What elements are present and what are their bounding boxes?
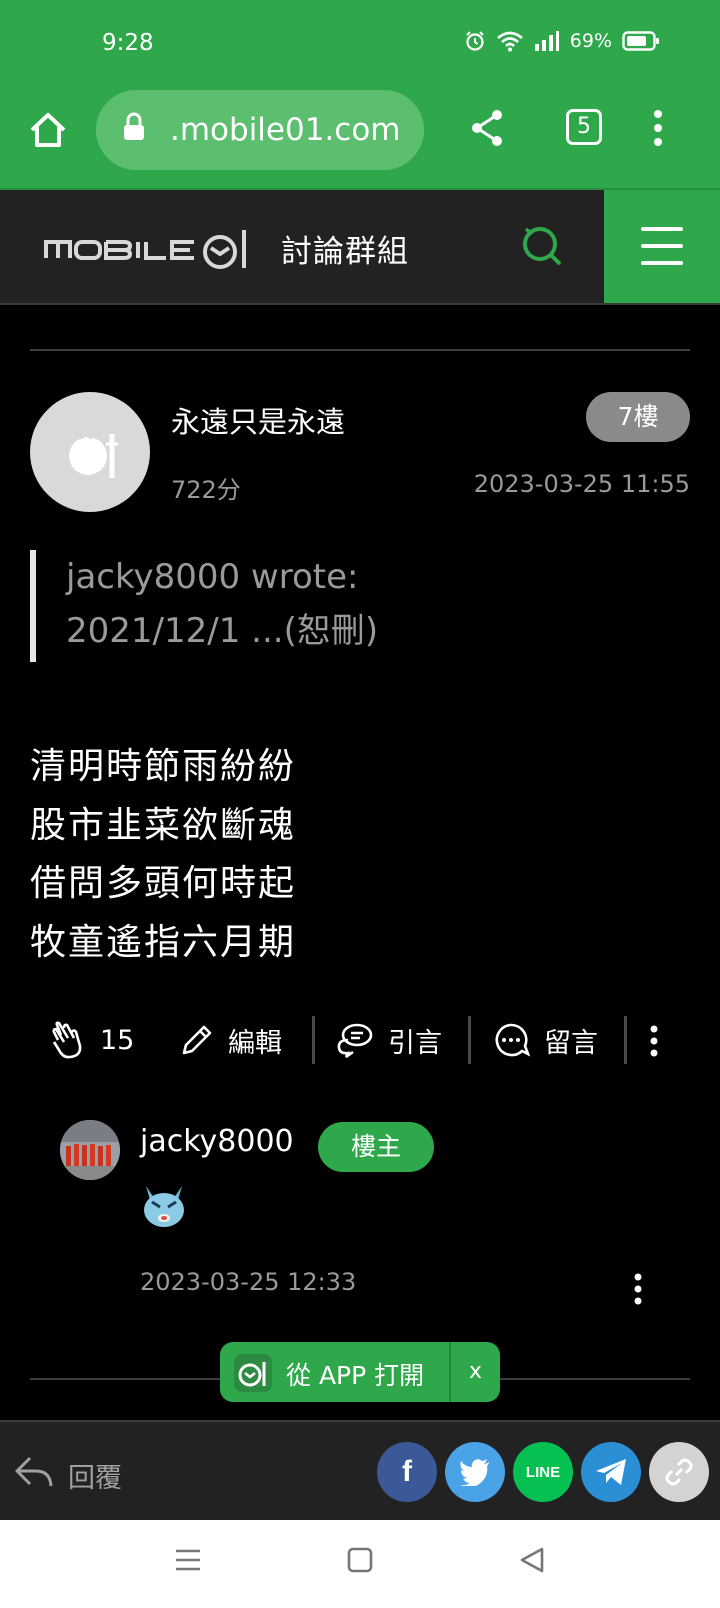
- open-in-app-label: 從 APP 打開: [286, 1361, 425, 1390]
- wifi-icon: [496, 31, 523, 52]
- line-icon: LINE: [525, 1463, 561, 1481]
- divider: [468, 1016, 471, 1064]
- default-avatar-icon: [69, 431, 118, 478]
- reply-date: 2023-03-25 12:33: [140, 1268, 357, 1296]
- facebook-share-button[interactable]: f: [377, 1442, 437, 1502]
- like-count: 15: [100, 1024, 135, 1056]
- post-line: 股市韭菜欲斷魂: [30, 804, 297, 846]
- facebook-icon: f: [402, 1455, 412, 1488]
- hamburger-line: [641, 261, 683, 265]
- twitter-share-button[interactable]: [445, 1442, 505, 1502]
- link-icon: [665, 1458, 693, 1486]
- site-logo[interactable]: [44, 226, 254, 270]
- status-bar: 9:28 69%: [0, 0, 720, 90]
- divider: [312, 1016, 315, 1064]
- line-share-button[interactable]: LINE: [513, 1442, 573, 1502]
- hamburger-line: [641, 227, 683, 231]
- clap-icon: [52, 1021, 82, 1059]
- tab-switcher-button[interactable]: 5: [566, 109, 602, 145]
- more-options-icon[interactable]: [652, 108, 664, 148]
- quote-block[interactable]: jacky8000 wrote: 2021/12/1 ...(恕刪): [30, 550, 670, 662]
- like-button[interactable]: 15: [50, 1010, 134, 1070]
- quote-label: 引言: [388, 1027, 442, 1059]
- quote-author: jacky8000 wrote:: [66, 557, 359, 597]
- quote-button[interactable]: 引言: [336, 1010, 442, 1070]
- post-more-icon[interactable]: [648, 1024, 660, 1058]
- hamburger-line: [641, 244, 683, 248]
- address-bar[interactable]: .mobile01.com: [96, 90, 424, 170]
- alarm-icon: [466, 31, 484, 51]
- search-icon[interactable]: [520, 224, 564, 268]
- quote-excerpt: 2021/12/1 ...(恕刪): [66, 611, 379, 651]
- avatar-photo: [60, 1120, 120, 1180]
- quote-icon: [337, 1023, 373, 1058]
- section-title: 討論群組: [281, 234, 409, 270]
- floor-badge[interactable]: 7樓: [586, 392, 690, 442]
- home-square-icon[interactable]: [346, 1546, 374, 1574]
- telegram-share-button[interactable]: [581, 1442, 641, 1502]
- site-header: 討論群組: [0, 190, 720, 305]
- divider: [624, 1016, 627, 1064]
- post-date: 2023-03-25 11:55: [473, 470, 690, 498]
- recent-apps-icon[interactable]: [174, 1546, 202, 1574]
- battery-percent: 69%: [569, 30, 612, 52]
- comment-icon: [495, 1023, 530, 1057]
- post-content: 清明時節雨紛紛 股市韭菜欲斷魂 借問多頭何時起 牧童遙指六月期: [30, 738, 296, 972]
- edit-label: 編輯: [228, 1027, 282, 1059]
- browser-toolbar: .mobile01.com 5: [0, 90, 720, 190]
- open-in-app-button[interactable]: 從 APP 打開 x: [220, 1342, 500, 1402]
- reply-author[interactable]: jacky8000: [140, 1124, 294, 1159]
- post-line: 牧童遙指六月期: [30, 921, 297, 963]
- post-actions: 15 編輯 引言 留言: [30, 1010, 690, 1070]
- system-navigation-bar: [0, 1520, 720, 1608]
- post-line: 借問多頭何時起: [30, 863, 297, 904]
- reply-more-icon[interactable]: [632, 1272, 644, 1306]
- twitter-icon: [460, 1459, 489, 1486]
- divider: [30, 349, 690, 351]
- share-icon[interactable]: [470, 108, 504, 148]
- devil-emoji-icon: [144, 1186, 184, 1227]
- edit-button[interactable]: 編輯: [180, 1010, 282, 1070]
- op-badge: 樓主: [318, 1122, 434, 1172]
- hamburger-menu-button[interactable]: [604, 190, 720, 303]
- lock-icon: [124, 112, 144, 140]
- avatar[interactable]: [30, 392, 150, 512]
- comment-button[interactable]: 留言: [492, 1010, 598, 1070]
- reply-label[interactable]: 回覆: [68, 1456, 122, 1495]
- reply-icon[interactable]: [14, 1454, 54, 1490]
- close-button[interactable]: x: [449, 1342, 500, 1402]
- copy-link-button[interactable]: [649, 1442, 709, 1502]
- url-text: .mobile01.com: [170, 112, 401, 148]
- signal-icon: [534, 31, 559, 51]
- status-icons: 69%: [464, 30, 660, 52]
- pencil-icon: [182, 1025, 212, 1055]
- telegram-icon: [596, 1459, 626, 1485]
- bottom-action-bar: 回覆 f LINE: [0, 1420, 720, 1520]
- back-icon[interactable]: [518, 1546, 546, 1574]
- comment-label: 留言: [544, 1027, 598, 1059]
- reply-avatar[interactable]: [60, 1120, 120, 1180]
- post-author[interactable]: 永遠只是永遠: [171, 399, 345, 441]
- home-icon[interactable]: [26, 108, 70, 152]
- post-line: 清明時節雨紛紛: [30, 746, 297, 787]
- app-icon: [234, 1354, 272, 1392]
- battery-icon: [622, 31, 659, 51]
- author-score: 722分: [171, 476, 241, 504]
- status-time: 9:28: [102, 30, 154, 56]
